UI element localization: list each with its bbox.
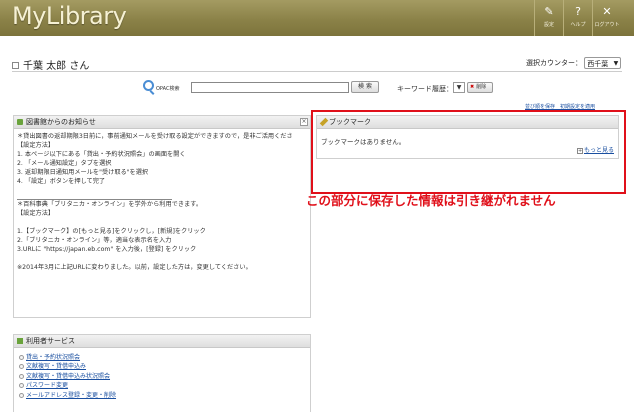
user-greeting: 千葉 太郎 さん bbox=[12, 57, 89, 72]
bullet-icon bbox=[19, 355, 24, 360]
notice-gap bbox=[17, 186, 307, 195]
help-icon: ? bbox=[575, 5, 581, 18]
notice-panel: 図書館からのお知らせ × ＊貸出図書の返却期限3日前に，事前通知メールを受け取る… bbox=[13, 115, 311, 318]
keyword-history-select[interactable]: ▼ bbox=[453, 82, 465, 93]
service-item[interactable]: 貸出・予約状況照会 bbox=[19, 353, 310, 362]
help-label: ヘルプ bbox=[570, 22, 586, 28]
notice-line: 【設定方法】 bbox=[17, 141, 55, 149]
service-item[interactable]: メールアドレス登録・変更・削除 bbox=[19, 391, 310, 400]
notice-line: ※2014年3月に上記URLに変わりました。以前，設定した方は，変更してください… bbox=[17, 263, 252, 271]
notice-line: 2. 「メール通知設定」タブを選択 bbox=[17, 159, 112, 167]
bullet-icon bbox=[19, 383, 24, 389]
notice-title: 図書館からのお知らせ bbox=[26, 118, 96, 126]
app-header: MyLibrary ✎ 設定 ? ヘルプ ✕ ログアウト bbox=[0, 0, 634, 36]
plus-icon: + bbox=[576, 148, 583, 154]
help-button[interactable]: ? ヘルプ bbox=[563, 0, 592, 36]
settings-label: 設定 bbox=[543, 22, 554, 28]
close-icon[interactable]: × bbox=[300, 118, 308, 126]
logout-label: ログアウト bbox=[594, 22, 620, 28]
bullet-icon bbox=[19, 392, 24, 398]
delete-label: 削除 bbox=[476, 84, 487, 90]
app-logo: MyLibrary bbox=[12, 2, 127, 30]
notice-line: 3. 返却期限日通知用メールを"受け取る"を選択 bbox=[17, 168, 149, 176]
notice-body: ＊貸出図書の返却期限3日前に，事前通知メールを受け取る設定ができますので，是非ご… bbox=[14, 129, 310, 277]
notice-line: 【設定方法】 bbox=[17, 210, 55, 218]
notice-gap bbox=[17, 255, 307, 264]
notice-line: 1.【ブックマーク】の[もっと見る]をクリックし，[新規]をクリック bbox=[17, 228, 206, 236]
service-item[interactable]: パスワード変更 bbox=[19, 381, 310, 390]
search-input[interactable] bbox=[191, 82, 349, 93]
bookmark-panel: ブックマーク ブックマークはありません。 + もっと見る bbox=[316, 115, 619, 159]
counter-selector: 選択カウンター： 西千葉 ▼ bbox=[526, 57, 622, 69]
more-link[interactable]: + もっと見る bbox=[576, 145, 614, 154]
logout-button[interactable]: ✕ ログアウト bbox=[592, 0, 621, 36]
chevron-down-icon: ▼ bbox=[456, 84, 462, 91]
notice-line: 4. 「設定」ボタンを押して完了 bbox=[17, 177, 106, 185]
service-item[interactable]: 文献複写・貸借申込み状況照会 bbox=[19, 372, 310, 381]
layout-links[interactable]: 並び順を保存 初期設定を適用 bbox=[525, 103, 595, 110]
counter-value: 西千葉 bbox=[587, 60, 609, 68]
notice-line: ＊百科事典「ブリタニカ・オンライン」を学外から利用できます。 bbox=[17, 201, 203, 209]
services-panel: 利用者サービス 貸出・予約状況照会 文献複写・貸借申込み 文献複写・貸借申込み状… bbox=[13, 334, 311, 412]
counter-label: 選択カウンター： bbox=[526, 59, 582, 67]
notice-line: 3.URLに "https://japan.eb.com" を入力後，[登録] … bbox=[17, 246, 197, 254]
delete-icon: ✖ bbox=[470, 84, 475, 90]
bullet-icon bbox=[19, 364, 24, 370]
bookmark-empty-message: ブックマークはありません。 bbox=[321, 138, 406, 146]
services-header: 利用者サービス bbox=[14, 335, 310, 348]
bullet-icon bbox=[19, 373, 24, 379]
wrench-icon: ✎ bbox=[544, 5, 554, 18]
delete-history-button[interactable]: ✖ 削除 bbox=[467, 82, 493, 93]
pin-icon bbox=[319, 117, 329, 127]
search-button[interactable]: 検 索 bbox=[351, 81, 379, 93]
chevron-down-icon: ▼ bbox=[613, 60, 619, 67]
services-list: 貸出・予約状況照会 文献複写・貸借申込み 文献複写・貸借申込み状況照会 パスワー… bbox=[14, 348, 310, 400]
notice-gap bbox=[17, 219, 307, 228]
bookmark-title: ブックマーク bbox=[329, 118, 371, 126]
more-link-label: もっと見る bbox=[583, 147, 614, 154]
counter-select[interactable]: 西千葉 ▼ bbox=[584, 57, 622, 69]
notice-line: 2.「ブリタニカ・オンライン」等，適当な表示名を入力 bbox=[17, 237, 172, 245]
opac-label: OPAC検索 bbox=[156, 86, 180, 92]
logout-icon: ✕ bbox=[602, 5, 612, 18]
bookmark-header: ブックマーク bbox=[317, 116, 618, 129]
services-title: 利用者サービス bbox=[26, 337, 75, 345]
notice-line: ＊貸出図書の返却期限3日前に，事前通知メールを受け取る設定ができますので，是非ご… bbox=[17, 133, 293, 140]
notice-icon bbox=[17, 119, 23, 125]
notice-line: 1. 本ページ以下にある「貸出・予約状況照会」の画面を開く bbox=[17, 150, 186, 158]
service-item[interactable]: 文献複写・貸借申込み bbox=[19, 362, 310, 371]
annotation-text: この部分に保存した情報は引き継がれません bbox=[306, 193, 556, 208]
divider bbox=[12, 71, 622, 72]
services-icon bbox=[17, 338, 23, 344]
user-square-icon bbox=[12, 62, 19, 69]
settings-button[interactable]: ✎ 設定 bbox=[534, 0, 563, 36]
magnifier-icon bbox=[143, 80, 154, 91]
keyword-history-label: キーワード履歴： bbox=[397, 85, 453, 93]
notice-header: 図書館からのお知らせ × bbox=[14, 116, 310, 129]
